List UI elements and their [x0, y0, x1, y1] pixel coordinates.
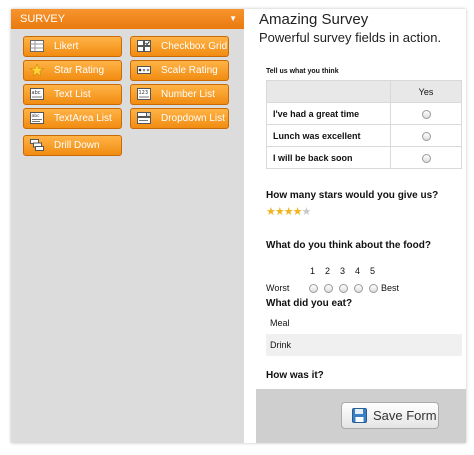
star-icon[interactable]: ★	[266, 206, 276, 218]
how-question: How was it?	[266, 370, 324, 381]
tool-likert-button[interactable]: Likert	[23, 36, 122, 57]
scale-high-label: Best	[381, 283, 400, 293]
eat-option[interactable]: Drink	[266, 334, 462, 356]
tool-label: Dropdown List	[161, 113, 225, 124]
likert-cell	[390, 102, 462, 125]
likert-question: Tell us what you think	[266, 68, 339, 75]
floppy-disk-icon	[352, 408, 367, 423]
likert-row: Lunch was excellent	[266, 124, 462, 147]
star-icon[interactable]: ★	[293, 206, 303, 218]
tool-label: TextArea List	[54, 113, 112, 124]
star-icon[interactable]: ★	[275, 206, 285, 218]
likert-table: Yes I've had a great time Lunch was exce…	[266, 80, 462, 169]
likert-row-label: I've had a great time	[266, 102, 391, 125]
svg-text:abc: abc	[32, 113, 41, 119]
palette-title: SURVEY	[20, 13, 66, 25]
form-title: Amazing Survey	[259, 11, 369, 28]
collapse-caret-icon[interactable]: ▼	[229, 9, 237, 29]
palette-header[interactable]: SURVEY ▼	[11, 9, 244, 29]
scale-radio[interactable]	[339, 284, 348, 293]
number-list-icon: 123	[137, 88, 151, 100]
tool-textarea-list-button[interactable]: abc TextArea List	[23, 108, 122, 129]
text-list-icon: abc	[30, 88, 44, 100]
svg-text:123: 123	[139, 90, 149, 96]
tool-label: Number List	[161, 89, 215, 100]
tool-label: Text List	[54, 89, 91, 100]
likert-header-row: Yes	[266, 80, 462, 103]
tool-label: Likert	[54, 41, 79, 52]
likert-radio[interactable]	[421, 153, 431, 163]
tool-scale-rating-button[interactable]: Scale Rating	[130, 60, 229, 81]
form-preview: Amazing Survey Powerful survey fields in…	[256, 9, 466, 443]
likert-cell	[390, 146, 462, 169]
likert-radio[interactable]	[421, 131, 431, 141]
tool-text-list-button[interactable]: abc Text List	[23, 84, 122, 105]
svg-text:abc: abc	[32, 90, 41, 96]
eat-question: What did you eat?	[266, 298, 353, 309]
scale-radio[interactable]	[369, 284, 378, 293]
scale-radio[interactable]	[309, 284, 318, 293]
tool-drill-down-button[interactable]: Drill Down	[23, 135, 122, 156]
form-footer: Save Form	[256, 389, 466, 443]
save-form-button[interactable]: Save Form	[341, 402, 439, 429]
checkbox-grid-icon	[137, 40, 151, 52]
scale-radio[interactable]	[354, 284, 363, 293]
tool-checkbox-grid-button[interactable]: Checkbox Grid	[130, 36, 229, 57]
likert-column-header: Yes	[390, 80, 462, 103]
form-subtitle: Powerful survey fields in action.	[259, 30, 442, 45]
dropdown-list-icon	[137, 112, 151, 124]
scale-number: 5	[370, 266, 376, 276]
scale-number: 4	[355, 266, 361, 276]
survey-builder: SURVEY ▼ Likert Checkbox Grid Star Ratin…	[11, 9, 466, 443]
star-icon[interactable]: ★	[302, 206, 312, 218]
tool-number-list-button[interactable]: 123 Number List	[130, 84, 229, 105]
star-rating[interactable]: ★★★★★	[266, 205, 312, 218]
likert-row-label: Lunch was excellent	[266, 124, 391, 147]
star-icon[interactable]: ★	[284, 206, 294, 218]
scale-number: 3	[340, 266, 346, 276]
tool-dropdown-list-button[interactable]: Dropdown List	[130, 108, 229, 129]
likert-icon	[30, 40, 44, 52]
eat-option[interactable]: Meal	[266, 312, 462, 334]
likert-radio[interactable]	[421, 109, 431, 119]
likert-row-label: I will be back soon	[266, 146, 391, 169]
stars-question: How many stars would you give us?	[266, 190, 439, 201]
scale-number: 1	[310, 266, 316, 276]
likert-cell	[390, 124, 462, 147]
star-icon	[30, 64, 44, 76]
tool-label: Checkbox Grid	[161, 41, 228, 52]
field-palette: SURVEY ▼ Likert Checkbox Grid Star Ratin…	[11, 9, 244, 443]
tool-label: Drill Down	[54, 140, 100, 151]
textarea-list-icon: abc	[30, 112, 44, 124]
scale-rating-icon	[137, 66, 151, 74]
scale-question: What do you think about the food?	[266, 240, 431, 251]
tool-star-rating-button[interactable]: Star Rating	[23, 60, 122, 81]
tool-label: Star Rating	[54, 65, 105, 76]
likert-corner-cell	[266, 80, 391, 103]
tool-label: Scale Rating	[161, 65, 218, 76]
save-form-label: Save Form	[373, 408, 437, 423]
scale-number: 2	[325, 266, 331, 276]
likert-row: I will be back soon	[266, 146, 462, 169]
likert-row: I've had a great time	[266, 102, 462, 125]
scale-radio[interactable]	[324, 284, 333, 293]
scale-low-label: Worst	[266, 283, 290, 293]
drill-down-icon	[30, 139, 44, 151]
